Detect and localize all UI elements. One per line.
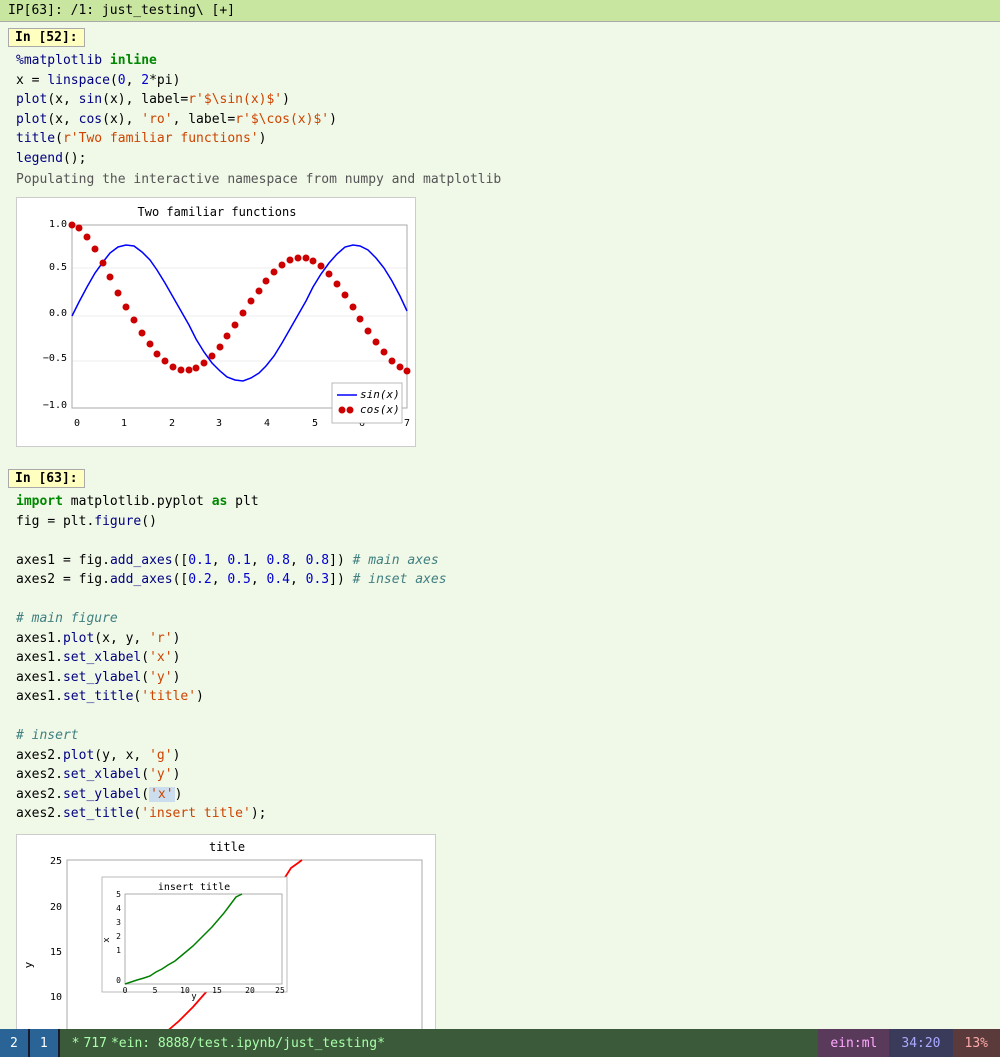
code-line: axes1.set_xlabel('x') — [16, 648, 984, 668]
status-tab-1[interactable]: 2 — [0, 1029, 28, 1057]
svg-text:3: 3 — [216, 418, 222, 429]
status-tab-2[interactable]: 1 — [30, 1029, 58, 1057]
svg-text:insert title: insert title — [158, 882, 230, 893]
svg-text:1.0: 1.0 — [49, 219, 67, 230]
svg-text:10: 10 — [180, 986, 190, 995]
cell-1-label[interactable]: In [52]: — [8, 28, 85, 47]
svg-text:−0.5: −0.5 — [43, 353, 67, 364]
svg-text:7: 7 — [404, 418, 410, 429]
svg-text:20: 20 — [245, 986, 255, 995]
svg-text:x: x — [102, 936, 112, 942]
svg-text:0: 0 — [74, 418, 80, 429]
code-line: # insert — [16, 726, 984, 746]
svg-text:0: 0 — [116, 976, 121, 985]
code-line: axes2.set_ylabel('x') — [16, 785, 984, 805]
cell-2-label[interactable]: In [63]: — [8, 469, 85, 488]
status-position: 34:20 — [889, 1029, 952, 1057]
status-tab-1-num: 2 — [10, 1036, 18, 1051]
svg-text:15: 15 — [50, 947, 62, 958]
code-line: axes1.plot(x, y, 'r') — [16, 629, 984, 649]
svg-text:4: 4 — [116, 904, 121, 913]
code-line: x = linspace(0, 2*pi) — [16, 71, 984, 91]
cos-dot — [69, 222, 76, 229]
svg-text:0: 0 — [123, 986, 128, 995]
status-indicator: * — [72, 1036, 80, 1051]
code-line: axes1 = fig.add_axes([0.1, 0.1, 0.8, 0.8… — [16, 551, 984, 571]
svg-text:20: 20 — [50, 902, 62, 913]
svg-text:y: y — [191, 992, 197, 1002]
svg-text:25: 25 — [50, 856, 62, 867]
svg-text:cos(x): cos(x) — [360, 403, 400, 416]
code-line: import matplotlib.pyplot as plt — [16, 492, 984, 512]
code-line — [16, 590, 984, 610]
code-line: title(r'Two familiar functions') — [16, 129, 984, 149]
svg-text:5: 5 — [312, 418, 318, 429]
cell-1: In [52]: %matplotlib inline x = linspace… — [0, 22, 1000, 463]
svg-text:3: 3 — [116, 918, 121, 927]
svg-text:2: 2 — [116, 932, 121, 941]
cell-1-output: Populating the interactive namespace fro… — [0, 170, 1000, 189]
chart-1-container: Two familiar functions 1.0 0.5 0.0 −0.5 … — [16, 197, 984, 451]
chart-2-svg: title y x 25 20 15 10 5 0 0 1 2 — [16, 834, 436, 1030]
code-line: axes1.set_ylabel('y') — [16, 668, 984, 688]
svg-text:5: 5 — [153, 986, 158, 995]
svg-text:15: 15 — [212, 986, 222, 995]
code-line: axes2.plot(y, x, 'g') — [16, 746, 984, 766]
svg-text:2: 2 — [169, 418, 175, 429]
titlebar-text: IP[63]: /1: just_testing\ [+] — [8, 3, 235, 18]
cell-2: In [63]: import matplotlib.pyplot as plt… — [0, 463, 1000, 1029]
svg-text:sin(x): sin(x) — [360, 388, 400, 401]
titlebar: IP[63]: /1: just_testing\ [+] — [0, 0, 1000, 22]
svg-text:25: 25 — [275, 986, 285, 995]
status-tab-2-num: 1 — [40, 1036, 48, 1051]
statusbar: 2 1 * 717 *ein: 8888/test.ipynb/just_tes… — [0, 1029, 1000, 1057]
svg-text:10: 10 — [50, 992, 62, 1003]
status-filename: * 717 *ein: 8888/test.ipynb/just_testing… — [60, 1029, 819, 1057]
code-line: # main figure — [16, 609, 984, 629]
status-percent: 13% — [953, 1029, 1000, 1057]
code-line: plot(x, sin(x), label=r'$\sin(x)$') — [16, 90, 984, 110]
code-line: legend(); — [16, 149, 984, 169]
svg-text:y: y — [22, 961, 35, 968]
code-line: axes2.set_title('insert title'); — [16, 804, 984, 824]
code-line — [16, 707, 984, 727]
svg-text:4: 4 — [264, 418, 270, 429]
code-line — [16, 531, 984, 551]
chart1-title: Two familiar functions — [138, 205, 297, 219]
svg-text:0.0: 0.0 — [49, 308, 67, 319]
chart-1-svg: Two familiar functions 1.0 0.5 0.0 −0.5 … — [16, 197, 416, 447]
status-bufnum: 717 — [83, 1036, 106, 1051]
code-line: fig = plt.figure() — [16, 512, 984, 532]
cell-2-code[interactable]: import matplotlib.pyplot as plt fig = pl… — [0, 490, 1000, 826]
svg-text:−1.0: −1.0 — [43, 400, 67, 411]
code-line: axes2 = fig.add_axes([0.2, 0.5, 0.4, 0.3… — [16, 570, 984, 590]
cell-1-code[interactable]: %matplotlib inline x = linspace(0, 2*pi)… — [0, 49, 1000, 170]
code-line: axes1.set_title('title') — [16, 687, 984, 707]
code-line: %matplotlib inline — [16, 51, 984, 71]
svg-text:title: title — [209, 840, 245, 854]
svg-text:0.5: 0.5 — [49, 262, 67, 273]
code-line: axes2.set_xlabel('y') — [16, 765, 984, 785]
chart-2-container: title y x 25 20 15 10 5 0 0 1 2 — [16, 834, 984, 1030]
svg-text:1: 1 — [116, 946, 121, 955]
code-line: plot(x, cos(x), 'ro', label=r'$\cos(x)$'… — [16, 110, 984, 130]
svg-text:5: 5 — [116, 890, 121, 899]
notebook[interactable]: In [52]: %matplotlib inline x = linspace… — [0, 22, 1000, 1029]
svg-text:1: 1 — [121, 418, 127, 429]
status-mode: ein:ml — [818, 1029, 889, 1057]
status-filepath: *ein: 8888/test.ipynb/just_testing* — [111, 1036, 385, 1051]
